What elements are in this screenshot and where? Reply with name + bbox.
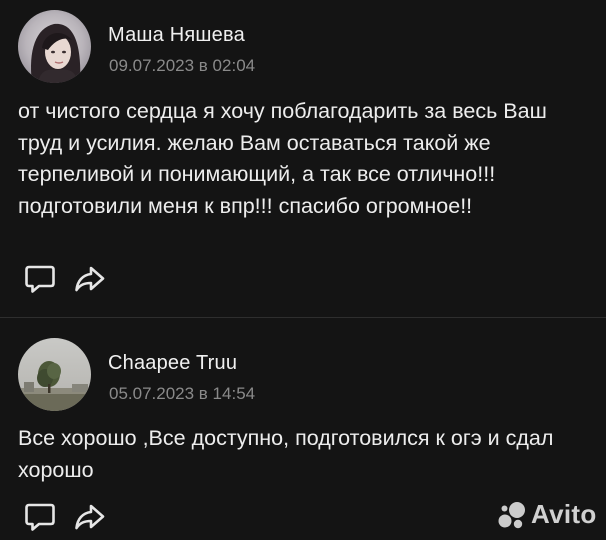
- avatar[interactable]: [18, 338, 91, 411]
- comment-button[interactable]: [24, 502, 56, 532]
- share-icon: [75, 266, 105, 292]
- comment-button[interactable]: [24, 264, 56, 294]
- review-date: 05.07.2023 в 14:54: [109, 384, 256, 403]
- author-name[interactable]: Chaapee Truu: [108, 352, 237, 375]
- avito-logo-icon: [498, 502, 525, 529]
- review-text: от чистого сердца я хочу поблагодарить з…: [18, 99, 547, 218]
- review-date: 09.07.2023 в 02:04: [109, 56, 256, 75]
- author-name[interactable]: Маша Няшева: [108, 24, 245, 47]
- comment-icon: [25, 265, 55, 293]
- avatar[interactable]: [18, 10, 91, 83]
- avito-watermark: Avito: [497, 498, 603, 532]
- review-card: Маша Няшева 09.07.2023 в 02:04 от чистог…: [0, 0, 606, 317]
- review-text: Все хорошо ,Все доступно, подготовился к…: [18, 426, 554, 482]
- comment-icon: [25, 503, 55, 531]
- watermark-text: Avito: [531, 499, 597, 529]
- share-button[interactable]: [74, 264, 106, 294]
- share-button[interactable]: [74, 502, 106, 532]
- share-icon: [75, 504, 105, 530]
